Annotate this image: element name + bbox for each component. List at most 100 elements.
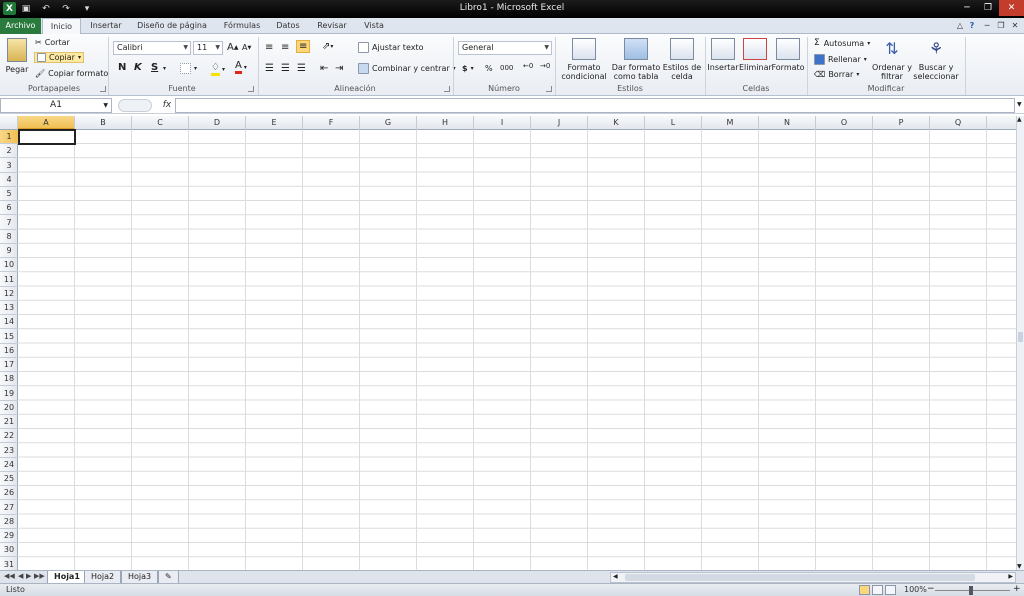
row-header[interactable]: 8 <box>0 230 18 244</box>
row-header[interactable]: 9 <box>0 244 18 258</box>
clipboard-launcher-icon[interactable] <box>100 86 106 92</box>
tab-data[interactable]: Datos <box>270 18 306 34</box>
doc-close-icon[interactable]: ✕ <box>1009 18 1021 34</box>
doc-minimize-icon[interactable]: ─ <box>981 18 993 34</box>
row-header[interactable]: 7 <box>0 216 18 230</box>
scroll-thumb[interactable] <box>625 574 975 581</box>
column-header[interactable]: H <box>417 116 474 130</box>
delete-cells-button[interactable]: Eliminar <box>739 38 772 72</box>
tab-page-layout[interactable]: Diseño de página <box>133 18 211 34</box>
row-header[interactable]: 21 <box>0 415 18 429</box>
minimize-icon[interactable]: ─ <box>957 0 977 16</box>
row-header[interactable]: 15 <box>0 330 18 344</box>
row-header[interactable]: 11 <box>0 273 18 287</box>
column-header[interactable]: K <box>588 116 645 130</box>
prev-sheet-icon[interactable]: ◀ <box>18 572 23 580</box>
insert-function-button[interactable]: fx <box>160 98 174 113</box>
tab-formulas[interactable]: Fórmulas <box>217 18 267 34</box>
column-header[interactable]: E <box>246 116 303 130</box>
row-header[interactable]: 6 <box>0 201 18 216</box>
zoom-out-icon[interactable]: − <box>927 584 935 594</box>
row-header[interactable]: 31 <box>0 558 18 571</box>
row-header[interactable]: 26 <box>0 486 18 501</box>
row-header[interactable]: 13 <box>0 301 18 315</box>
column-header[interactable]: D <box>189 116 246 130</box>
zoom-slider-thumb[interactable] <box>969 586 973 595</box>
row-header[interactable]: 27 <box>0 501 18 515</box>
last-sheet-icon[interactable]: ▶▶ <box>34 572 45 580</box>
scroll-up-icon[interactable]: ▲ <box>1017 116 1022 123</box>
row-header[interactable]: 30 <box>0 543 18 558</box>
row-header[interactable]: 25 <box>0 472 18 486</box>
alignment-launcher-icon[interactable] <box>444 86 450 92</box>
column-header[interactable]: A <box>18 116 75 130</box>
decrease-indent-icon[interactable]: ⇤ <box>320 63 328 74</box>
horizontal-scrollbar[interactable]: ◀ ▶ <box>610 572 1016 583</box>
number-format-select[interactable]: General ▼ <box>458 41 552 55</box>
select-all-corner[interactable] <box>0 116 18 130</box>
row-header[interactable]: 28 <box>0 515 18 529</box>
row-header[interactable]: 19 <box>0 387 18 401</box>
autosum-button[interactable]: Σ Autosuma ▾ <box>814 38 870 48</box>
cut-button[interactable]: ✂ Cortar <box>35 38 70 47</box>
increase-decimal-icon[interactable]: ←0 <box>523 62 533 70</box>
insert-cells-button[interactable]: Insertar <box>707 38 739 72</box>
font-launcher-icon[interactable] <box>248 86 254 92</box>
row-header[interactable]: 22 <box>0 429 18 444</box>
orientation-icon[interactable]: ⇗ ▾ <box>322 41 333 52</box>
tab-view[interactable]: Vista <box>358 18 390 34</box>
increase-indent-icon[interactable]: ⇥ <box>335 63 343 74</box>
column-header[interactable]: J <box>531 116 588 130</box>
name-box[interactable]: A1 ▼ <box>0 98 112 113</box>
row-header[interactable]: 5 <box>0 187 18 201</box>
grow-font-button[interactable]: A ▲ <box>227 42 238 53</box>
font-size-select[interactable]: 11 ▼ <box>193 41 223 55</box>
row-header[interactable]: 14 <box>0 315 18 330</box>
tab-home[interactable]: Inicio <box>42 18 81 35</box>
font-name-select[interactable]: Calibri ▼ <box>113 41 191 55</box>
row-header[interactable]: 20 <box>0 401 18 415</box>
zoom-level[interactable]: 100% <box>904 585 927 594</box>
column-header[interactable]: N <box>759 116 816 130</box>
row-header[interactable]: 3 <box>0 159 18 173</box>
column-header[interactable]: G <box>360 116 417 130</box>
percent-button[interactable]: % <box>485 64 493 73</box>
row-header[interactable]: 2 <box>0 144 18 159</box>
italic-button[interactable]: K <box>134 62 142 73</box>
borders-button[interactable]: ▾ <box>180 63 197 74</box>
column-header[interactable]: F <box>303 116 360 130</box>
format-painter-button[interactable]: 🖌 Copiar formato <box>35 69 108 78</box>
page-break-view-icon[interactable] <box>885 585 896 595</box>
row-header[interactable]: 29 <box>0 529 18 543</box>
align-right-icon[interactable]: ☰ <box>297 63 306 74</box>
column-header[interactable]: M <box>702 116 759 130</box>
active-cell[interactable] <box>18 129 76 145</box>
shrink-font-button[interactable]: A ▼ <box>242 43 251 52</box>
row-header[interactable]: 24 <box>0 458 18 472</box>
copy-button[interactable]: Copiar ▾ <box>34 52 84 63</box>
wrap-text-button[interactable]: Ajustar texto <box>358 42 424 53</box>
normal-view-icon[interactable] <box>859 585 870 595</box>
scroll-thumb[interactable] <box>1018 332 1023 342</box>
decrease-decimal-icon[interactable]: →0 <box>540 62 550 70</box>
zoom-in-icon[interactable]: + <box>1013 584 1021 594</box>
align-center-icon[interactable]: ☰ <box>281 63 290 74</box>
column-header[interactable]: C <box>132 116 189 130</box>
paste-button[interactable]: Pegar <box>4 38 30 74</box>
column-header[interactable]: B <box>75 116 132 130</box>
align-left-icon[interactable]: ☰ <box>265 63 274 74</box>
close-icon[interactable]: ✕ <box>999 0 1024 16</box>
fill-color-button[interactable]: ♢ ▾ <box>211 62 225 76</box>
tab-insert[interactable]: Insertar <box>85 18 127 34</box>
cells-area[interactable] <box>18 130 1016 570</box>
scroll-right-icon[interactable]: ▶ <box>1008 573 1013 580</box>
currency-button[interactable]: $ ▾ <box>462 64 474 73</box>
chevron-down-icon[interactable]: ▾ <box>163 65 166 72</box>
underline-button[interactable]: S <box>151 62 158 73</box>
format-as-table-button[interactable]: Dar formato como tabla <box>610 38 662 81</box>
clear-button[interactable]: ⌫ Borrar ▾ <box>814 70 859 79</box>
fill-button[interactable]: Rellenar ▾ <box>814 54 867 65</box>
row-header[interactable]: 10 <box>0 258 18 273</box>
row-header[interactable]: 4 <box>0 173 18 187</box>
row-header[interactable]: 16 <box>0 344 18 358</box>
